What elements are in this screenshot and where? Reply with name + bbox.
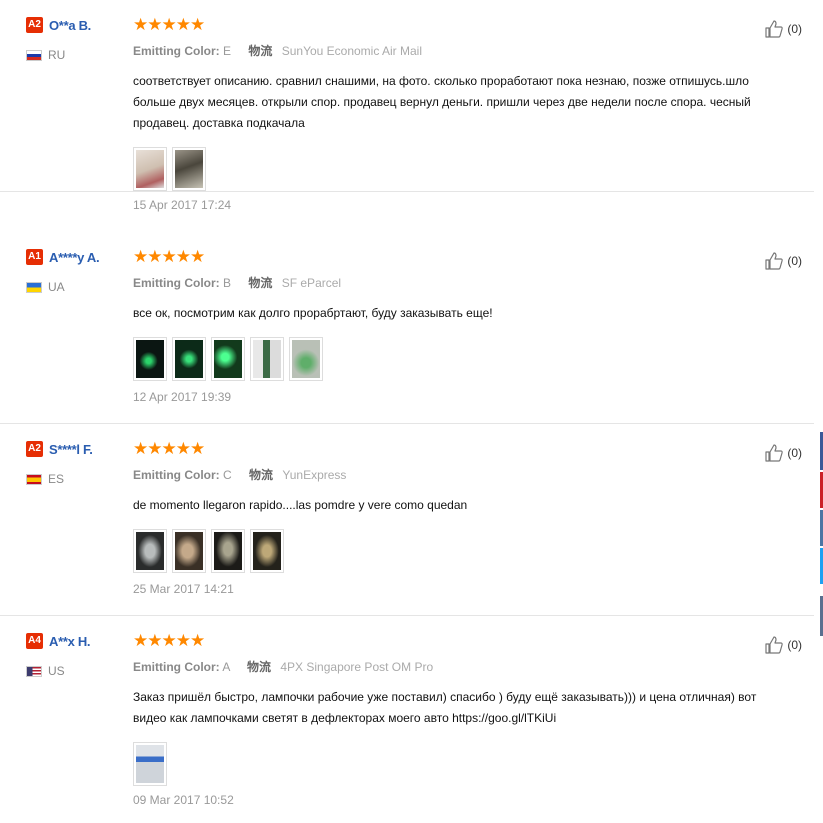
review-photo-thumbnail[interactable] — [172, 147, 206, 191]
buyer-name[interactable]: A**x H. — [49, 634, 91, 649]
helpful-button[interactable]: (0) — [764, 19, 802, 39]
buyer-info: A1 A****y A. UA — [26, 248, 126, 295]
rating-stars: ★★★★★ — [133, 15, 205, 34]
buyer-country: ES — [48, 472, 65, 486]
helpful-count: (0) — [787, 446, 802, 460]
logistics-label: 物流 — [248, 44, 273, 58]
review-content: ★★★★★ Emitting Color: E 物流 SunYou Econom… — [133, 16, 793, 191]
emitting-color-label: Emitting Color: — [133, 276, 220, 290]
logistics-label: 物流 — [247, 660, 272, 674]
logistics-value: YunExpress — [282, 468, 347, 482]
emitting-color-label: Emitting Color: — [133, 660, 220, 674]
review-content: ★★★★★ Emitting Color: C 物流 YunExpress de… — [133, 440, 793, 573]
country-flag-icon — [26, 665, 42, 677]
review-item: A2 O**a B. RU ★★★★★ Emitting Color: E 物流… — [0, 0, 814, 212]
buyer-name[interactable]: S****l F. — [49, 442, 93, 457]
feedback-text: de momento llegaron rapido....las pomdre… — [133, 498, 468, 512]
logistics-value: SF eParcel — [281, 276, 342, 290]
review-item: A4 A**x H. US ★★★★★ Emitting Color: A 物流… — [0, 616, 814, 823]
rating-stars: ★★★★★ — [133, 439, 205, 458]
emitting-color-label: Emitting Color: — [133, 44, 220, 58]
review-date: 15 Apr 2017 17:24 — [133, 198, 232, 212]
helpful-button[interactable]: (0) — [764, 251, 802, 271]
buyer-info: A2 S****l F. ES — [26, 440, 126, 487]
helpful-count: (0) — [787, 638, 802, 652]
buyer-name[interactable]: A****y A. — [49, 250, 100, 265]
thumbs-up-icon — [765, 252, 784, 270]
buyer-level-badge: A2 — [26, 17, 43, 33]
review-photo-thumbnail[interactable] — [133, 529, 167, 573]
logistics-label: 物流 — [248, 276, 273, 290]
review-photo-thumbnail[interactable] — [211, 529, 245, 573]
review-photo-thumbnail[interactable] — [250, 529, 284, 573]
review-photo-thumbnail[interactable] — [172, 337, 206, 381]
review-photos — [133, 742, 793, 786]
logistics-value: 4PX Singapore Post OM Pro — [280, 660, 434, 674]
order-info: Emitting Color: A 物流 4PX Singapore Post … — [133, 658, 793, 674]
thumbs-up-icon — [765, 636, 784, 654]
review-date: 25 Mar 2017 14:21 — [133, 582, 234, 596]
logistics-value: SunYou Economic Air Mail — [281, 44, 423, 58]
buyer-name[interactable]: O**a B. — [49, 18, 91, 33]
feedback-text: соответствует описанию. сравнил снашими,… — [133, 74, 751, 130]
review-item: A1 A****y A. UA ★★★★★ Emitting Color: B … — [0, 232, 814, 424]
buyer-country: RU — [48, 48, 66, 62]
review-photos — [133, 147, 793, 191]
review-photo-thumbnail[interactable] — [133, 337, 167, 381]
rating-stars: ★★★★★ — [133, 631, 205, 650]
emitting-color-value: B — [223, 276, 232, 290]
country-flag-icon — [26, 49, 42, 61]
thumbs-up-icon — [765, 20, 784, 38]
emitting-color-value: A — [222, 660, 230, 674]
helpful-count: (0) — [787, 254, 802, 268]
feedback-text: Заказ пришёл быстро, лампочки рабочие уж… — [133, 690, 757, 725]
logistics-label: 物流 — [249, 468, 274, 482]
review-photos — [133, 529, 793, 573]
buyer-country: UA — [48, 280, 65, 294]
order-info: Emitting Color: E 物流 SunYou Economic Air… — [133, 42, 793, 58]
review-photo-thumbnail[interactable] — [211, 337, 245, 381]
order-info: Emitting Color: B 物流 SF eParcel — [133, 274, 793, 290]
helpful-button[interactable]: (0) — [764, 635, 802, 655]
feedback-text: все ок, посмотрим как долго прорабртают,… — [133, 306, 493, 320]
review-content: ★★★★★ Emitting Color: A 物流 4PX Singapore… — [133, 632, 793, 786]
review-photo-thumbnail[interactable] — [172, 529, 206, 573]
helpful-count: (0) — [787, 22, 802, 36]
buyer-info: A2 O**a B. RU — [26, 16, 126, 63]
review-photo-thumbnail[interactable] — [289, 337, 323, 381]
buyer-info: A4 A**x H. US — [26, 632, 126, 679]
helpful-button[interactable]: (0) — [764, 443, 802, 463]
buyer-level-badge: A1 — [26, 249, 43, 265]
rating-stars: ★★★★★ — [133, 247, 205, 266]
emitting-color-value: C — [223, 468, 232, 482]
thumbs-up-icon — [765, 444, 784, 462]
review-photo-thumbnail[interactable] — [133, 742, 167, 786]
review-item: A2 S****l F. ES ★★★★★ Emitting Color: C … — [0, 424, 814, 616]
review-photo-thumbnail[interactable] — [250, 337, 284, 381]
order-info: Emitting Color: C 物流 YunExpress — [133, 466, 793, 482]
review-date: 09 Mar 2017 10:52 — [133, 793, 234, 807]
review-photos — [133, 337, 793, 381]
review-photo-thumbnail[interactable] — [133, 147, 167, 191]
buyer-level-badge: A4 — [26, 633, 43, 649]
buyer-level-badge: A2 — [26, 441, 43, 457]
buyer-country: US — [48, 664, 65, 678]
country-flag-icon — [26, 281, 42, 293]
emitting-color-value: E — [223, 44, 232, 58]
country-flag-icon — [26, 473, 42, 485]
review-date: 12 Apr 2017 19:39 — [133, 390, 232, 404]
review-content: ★★★★★ Emitting Color: B 物流 SF eParcel вс… — [133, 248, 793, 381]
emitting-color-label: Emitting Color: — [133, 468, 220, 482]
